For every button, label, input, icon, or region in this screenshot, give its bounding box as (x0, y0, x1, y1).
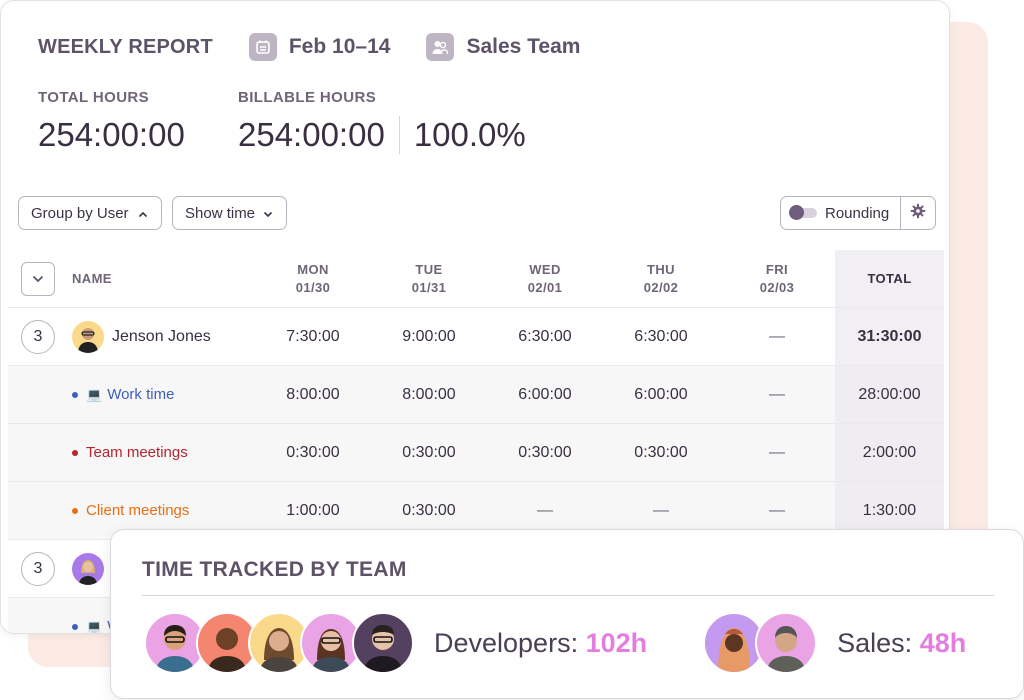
team-label: Sales Team (466, 35, 581, 58)
team-summary-row: Developers: 102h Sales: 48h (144, 612, 1022, 674)
column-header-tue[interactable]: TUE 01/31 (371, 250, 487, 308)
expand-all-button[interactable] (21, 261, 55, 296)
user-row[interactable]: 3 Jenson Jones 7:30:00 9:00:00 6:30:00 6… (8, 307, 944, 366)
toggle-switch[interactable] (789, 205, 817, 220)
time-cell: — (719, 365, 835, 424)
chevron-down-icon (263, 205, 273, 222)
calendar-icon (248, 33, 277, 61)
entry-count-badge: 3 (21, 319, 55, 354)
time-cell: 6:00:00 (603, 365, 719, 424)
team-name: Sales: (837, 627, 913, 658)
laptop-icon: 💻 (86, 386, 103, 402)
time-cell: 0:30:00 (603, 423, 719, 482)
chevron-down-icon (32, 270, 44, 288)
developers-avatar-group[interactable] (144, 612, 414, 674)
activity-dot (72, 391, 78, 398)
activity-dot (72, 507, 78, 514)
date-range-selector[interactable]: Feb 10–14 (248, 33, 391, 61)
total-hours-label: TOTAL HOURS (38, 89, 150, 106)
entry-count-badge: 3 (21, 551, 55, 586)
group-by-dropdown[interactable]: Group by User (18, 196, 162, 230)
time-cell: 0:30:00 (487, 423, 603, 482)
activity-dot (72, 623, 78, 630)
billable-percent: 100.0% (413, 116, 526, 153)
avatar (352, 612, 414, 674)
total-hours-value: 254:00:00 (38, 116, 185, 153)
rounding-label: Rounding (825, 204, 890, 222)
rounding-toggle[interactable]: Rounding (781, 197, 900, 229)
avatar (755, 612, 818, 674)
time-cell: — (719, 423, 835, 482)
team-selector[interactable]: Sales Team (426, 33, 580, 61)
developers-team-stat: Developers: 102h (434, 628, 647, 659)
time-cell: 8:00:00 (255, 365, 371, 424)
show-time-dropdown[interactable]: Show time (172, 196, 287, 230)
report-title: WEEKLY REPORT (38, 35, 213, 58)
column-header-total[interactable]: TOTAL (835, 250, 944, 308)
rounding-settings-button[interactable] (900, 197, 935, 229)
column-header-mon[interactable]: MON 01/30 (255, 250, 371, 308)
activity-label: Team meetings (86, 444, 188, 461)
column-header-fri[interactable]: FRI 02/03 (719, 250, 835, 308)
activity-row[interactable]: 💻 Work time 8:00:00 8:00:00 6:00:00 6:00… (8, 365, 944, 424)
stats-summary: TOTAL HOURS 254:00:00 BILLABLE HOURS 254… (38, 89, 526, 154)
time-tracked-by-team-card: TIME TRACKED BY TEAM Developers: 102h Sa… (110, 529, 1024, 699)
time-cell: 9:00:00 (371, 307, 487, 366)
name-column-header[interactable]: NAME (72, 270, 112, 288)
total-cell: 28:00:00 (835, 365, 944, 424)
chevron-up-icon (138, 205, 148, 222)
activity-row[interactable]: Team meetings 0:30:00 0:30:00 0:30:00 0:… (8, 423, 944, 482)
time-cell: 6:30:00 (487, 307, 603, 366)
total-cell: 2:00:00 (835, 423, 944, 482)
time-cell: 6:00:00 (487, 365, 603, 424)
billable-hours-value: 254:00:00 (238, 116, 385, 153)
table-header-row: NAME MON 01/30 TUE 01/31 WED 02/01 THU 02/02… (8, 250, 944, 308)
team-hours: 48h (919, 627, 967, 658)
total-hours-stat: TOTAL HOURS 254:00:00 (38, 89, 238, 154)
user-name: Jenson Jones (112, 327, 211, 345)
report-header: WEEKLY REPORT Feb 10–14 Sales Team (38, 31, 580, 63)
column-header-thu[interactable]: THU 02/02 (603, 250, 719, 308)
column-header-wed[interactable]: WED 02/01 (487, 250, 603, 308)
rounding-control: Rounding (780, 196, 936, 230)
show-time-label: Show time (185, 204, 256, 222)
activity-dot (72, 449, 78, 456)
date-range-label: Feb 10–14 (288, 35, 391, 58)
time-cell: 6:30:00 (603, 307, 719, 366)
billable-hours-stat: BILLABLE HOURS 254:00:00 100.0% (238, 89, 526, 154)
time-cell: — (719, 307, 835, 366)
time-cell: 0:30:00 (255, 423, 371, 482)
gear-icon (910, 203, 926, 224)
avatar (72, 320, 104, 353)
time-cell: 8:00:00 (371, 365, 487, 424)
billable-hours-label: BILLABLE HOURS (238, 89, 377, 106)
team-icon (426, 33, 455, 61)
time-cell: 0:30:00 (371, 423, 487, 482)
laptop-icon: 💻 (86, 618, 103, 634)
team-hours: 102h (585, 627, 648, 658)
team-card-title: TIME TRACKED BY TEAM (142, 558, 407, 581)
group-by-label: Group by User (31, 204, 129, 222)
sales-team-stat: Sales: 48h (837, 628, 966, 659)
avatar (72, 552, 104, 585)
activity-label: Work time (107, 386, 175, 403)
time-cell: 7:30:00 (255, 307, 371, 366)
total-cell: 31:30:00 (835, 307, 944, 366)
team-name: Developers: (434, 627, 579, 658)
divider (398, 116, 400, 154)
activity-label: Client meetings (86, 502, 190, 519)
divider (142, 595, 994, 596)
sales-avatar-group[interactable] (703, 612, 818, 674)
